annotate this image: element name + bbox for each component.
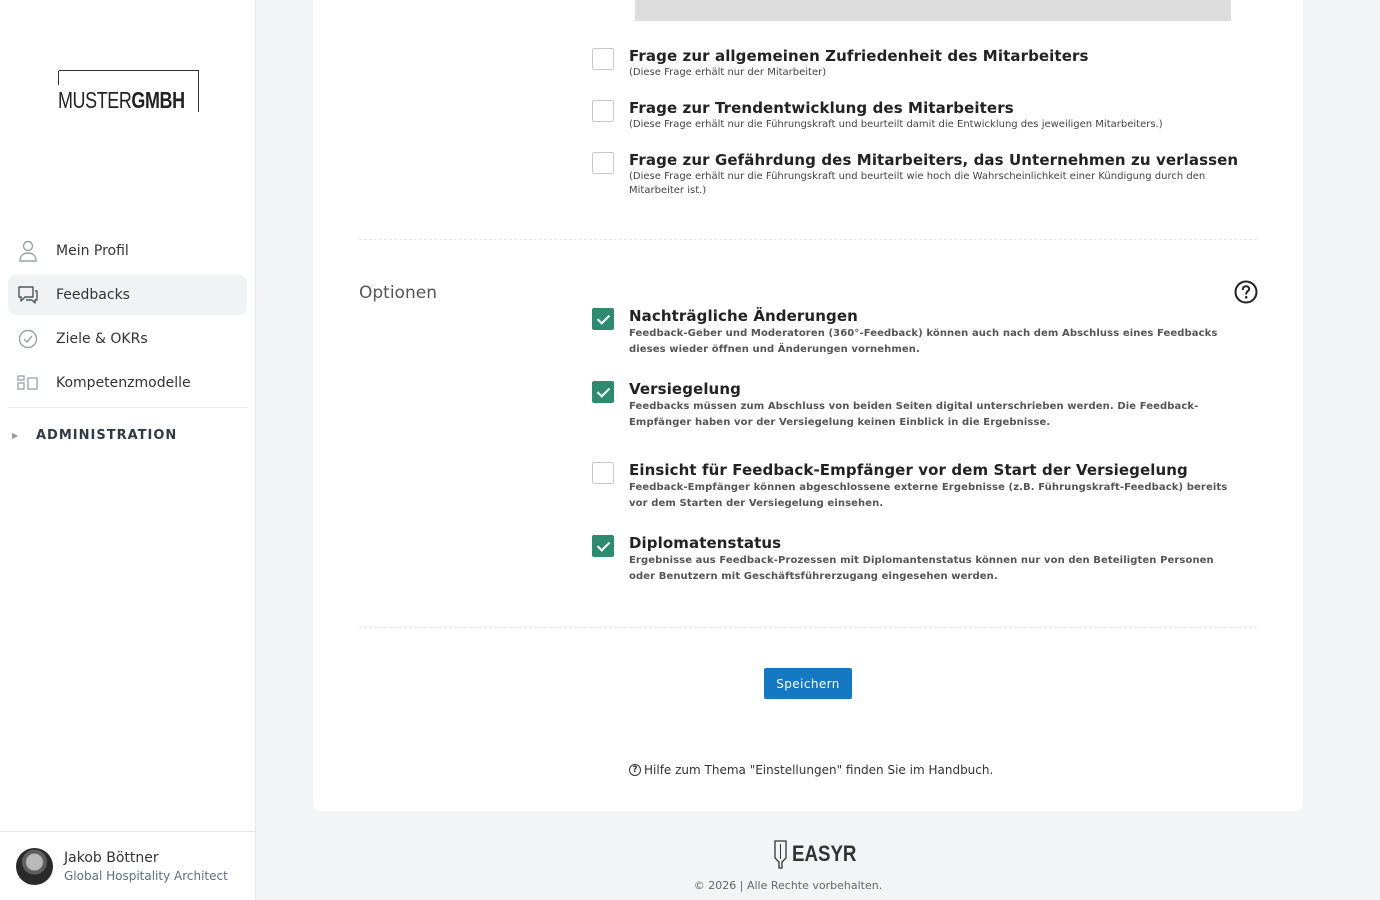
- help-circle-icon[interactable]: [1234, 280, 1258, 304]
- question-note: (Diese Frage erhält nur die Führungskraf…: [629, 119, 1163, 130]
- nav-item-mein-profil[interactable]: Mein Profil: [8, 231, 247, 271]
- caret-right-icon: ▶: [12, 431, 19, 440]
- option-title: Einsicht für Feedback-Empfänger vor dem …: [629, 461, 1188, 479]
- user-icon: [17, 240, 39, 262]
- grid-icon: [17, 372, 39, 394]
- nav-item-ziele-okrs[interactable]: Ziele & OKRs: [8, 319, 247, 359]
- section-divider: [359, 239, 1257, 240]
- option-checkbox-nachtraegliche-aenderungen[interactable]: [592, 308, 614, 330]
- option-checkbox-einsicht[interactable]: [592, 462, 614, 484]
- option-description: Feedbacks müssen zum Abschluss von beide…: [629, 401, 1199, 428]
- help-hint-text: Hilfe zum Thema "Einstellungen" finden S…: [644, 763, 994, 777]
- logo-part-2: GMBH: [131, 87, 185, 113]
- footer-logo: EASYR: [772, 838, 868, 870]
- nav-divider: [8, 407, 247, 408]
- section-label-optionen: Optionen: [359, 283, 437, 303]
- nav-item-label: Mein Profil: [56, 243, 129, 259]
- settings-card: Frage zur allgemeinen Zufriedenheit des …: [313, 0, 1303, 811]
- check-circle-icon: [17, 328, 39, 350]
- copyright: © 2026 | Alle Rechte vorbehalten.: [0, 879, 1380, 892]
- question-note: (Diese Frage erhält nur der Mitarbeiter): [629, 67, 827, 78]
- option-checkbox-diplomatenstatus[interactable]: [592, 535, 614, 557]
- option-title: Versiegelung: [629, 380, 741, 398]
- logo-part-1: MUSTER: [58, 87, 132, 113]
- option-checkbox-versiegelung[interactable]: [592, 381, 614, 403]
- nav-item-label: Kompetenzmodelle: [56, 375, 191, 391]
- user-name: Jakob Böttner: [64, 850, 159, 866]
- option-description: Feedback-Empfänger können abgeschlossene…: [629, 482, 1228, 509]
- option-description: Feedback-Geber und Moderatoren (360°-Fee…: [629, 328, 1218, 355]
- nav-administration[interactable]: ▶ ADMINISTRATION: [12, 428, 177, 443]
- admin-label: ADMINISTRATION: [36, 428, 178, 443]
- question-title: Frage zur Trendentwicklung des Mitarbeit…: [629, 99, 1014, 117]
- option-title: Nachträgliche Änderungen: [629, 307, 858, 325]
- logo-text: MUSTERGMBH: [58, 88, 185, 112]
- nav-item-label: Ziele & OKRs: [56, 331, 148, 347]
- question-title: Frage zur Gefährdung des Mitarbeiters, d…: [629, 151, 1239, 169]
- option-description: Ergebnisse aus Feedback-Prozessen mit Di…: [629, 555, 1214, 582]
- help-circle-small-icon: ?: [629, 764, 641, 776]
- question-checkbox-zufriedenheit[interactable]: [592, 48, 614, 70]
- question-title: Frage zur allgemeinen Zufriedenheit des …: [629, 47, 1089, 65]
- question-note: (Diese Frage erhält nur die Führungskraf…: [629, 171, 1206, 196]
- save-button[interactable]: Speichern: [764, 668, 852, 699]
- nav-item-feedbacks[interactable]: Feedbacks: [8, 275, 247, 315]
- nav-item-label: Feedbacks: [56, 287, 130, 303]
- nav-item-kompetenzmodelle[interactable]: Kompetenzmodelle: [8, 363, 247, 403]
- help-hint[interactable]: ? Hilfe zum Thema "Einstellungen" finden…: [629, 763, 993, 777]
- copyright-text: © 2026 | Alle Rechte vorbehalten.: [693, 879, 883, 892]
- sidebar: MUSTERGMBH Mein Profil Feedbacks Ziele &…: [0, 0, 256, 900]
- option-title: Diplomatenstatus: [629, 534, 782, 552]
- footer-brand: EASYR: [792, 841, 857, 866]
- scrolled-input-area: [635, 0, 1231, 21]
- question-checkbox-gefaehrdung[interactable]: [592, 152, 614, 174]
- main-nav: Mein Profil Feedbacks Ziele & OKRs Kompe…: [8, 231, 247, 408]
- question-checkbox-trendentwicklung[interactable]: [592, 100, 614, 122]
- section-divider: [359, 627, 1257, 628]
- company-logo[interactable]: MUSTERGMBH: [58, 70, 200, 113]
- chat-icon: [17, 284, 39, 306]
- easyr-logo-icon: [772, 838, 789, 870]
